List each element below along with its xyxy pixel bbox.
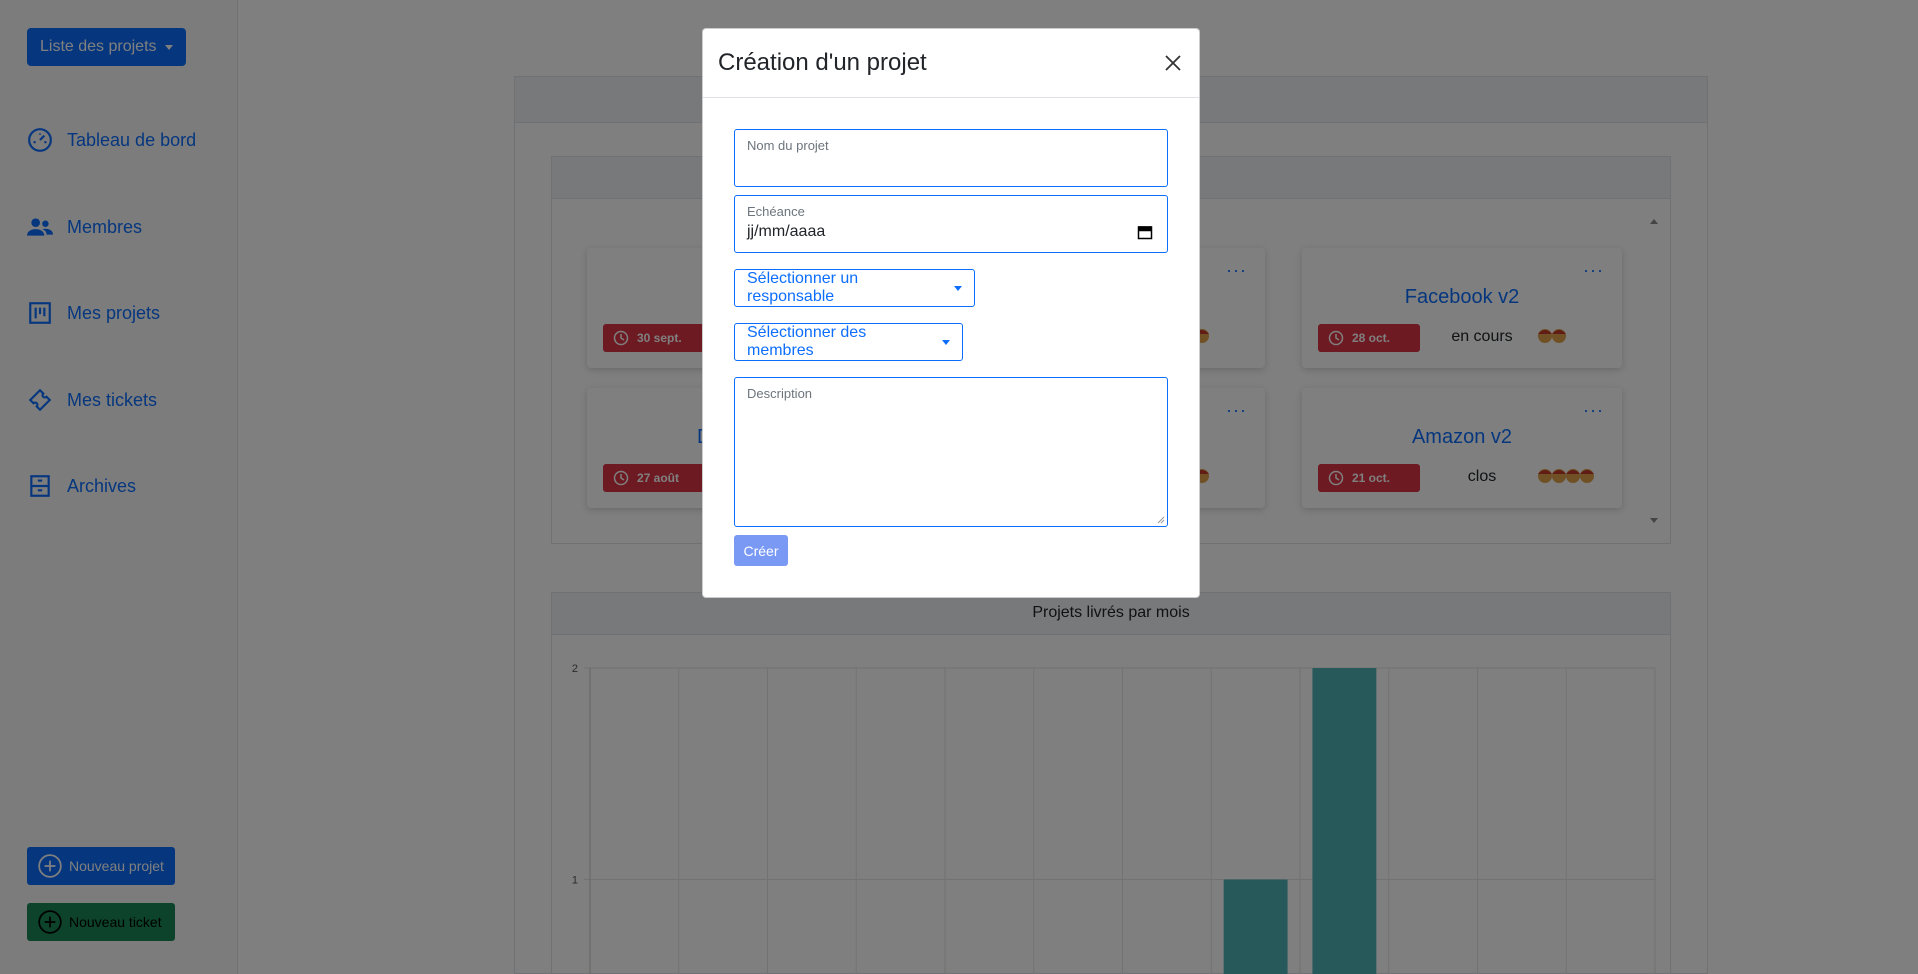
select-members-label: Sélectionner des membres <box>747 324 867 359</box>
select-responsible-button[interactable]: Sélectionner un responsable <box>734 269 975 307</box>
due-date-value[interactable]: jj/mm/aaaa <box>747 223 825 241</box>
description-field[interactable]: Description <box>734 377 1168 527</box>
modal-title: Création d'un projet <box>718 49 927 76</box>
due-date-field[interactable]: Echéance jj/mm/aaaa <box>734 195 1168 253</box>
chevron-down-icon <box>954 285 962 291</box>
due-date-label: Echéance <box>747 204 805 219</box>
modal-header: Création d'un projet <box>703 29 1199 98</box>
close-icon[interactable] <box>1161 51 1185 75</box>
project-name-label: Nom du projet <box>747 138 829 153</box>
description-label: Description <box>747 386 813 401</box>
create-project-modal: Création d'un projet Nom du projet Echéa… <box>702 28 1200 598</box>
select-members-button[interactable]: Sélectionner des membres <box>734 323 963 361</box>
create-button[interactable]: Créer <box>734 535 788 566</box>
calendar-icon[interactable] <box>1137 224 1153 240</box>
select-responsible-label: Sélectionner un responsable <box>747 270 859 305</box>
resize-handle-icon[interactable] <box>1157 516 1165 524</box>
chevron-down-icon <box>942 339 950 345</box>
project-name-field[interactable]: Nom du projet <box>734 129 1168 187</box>
